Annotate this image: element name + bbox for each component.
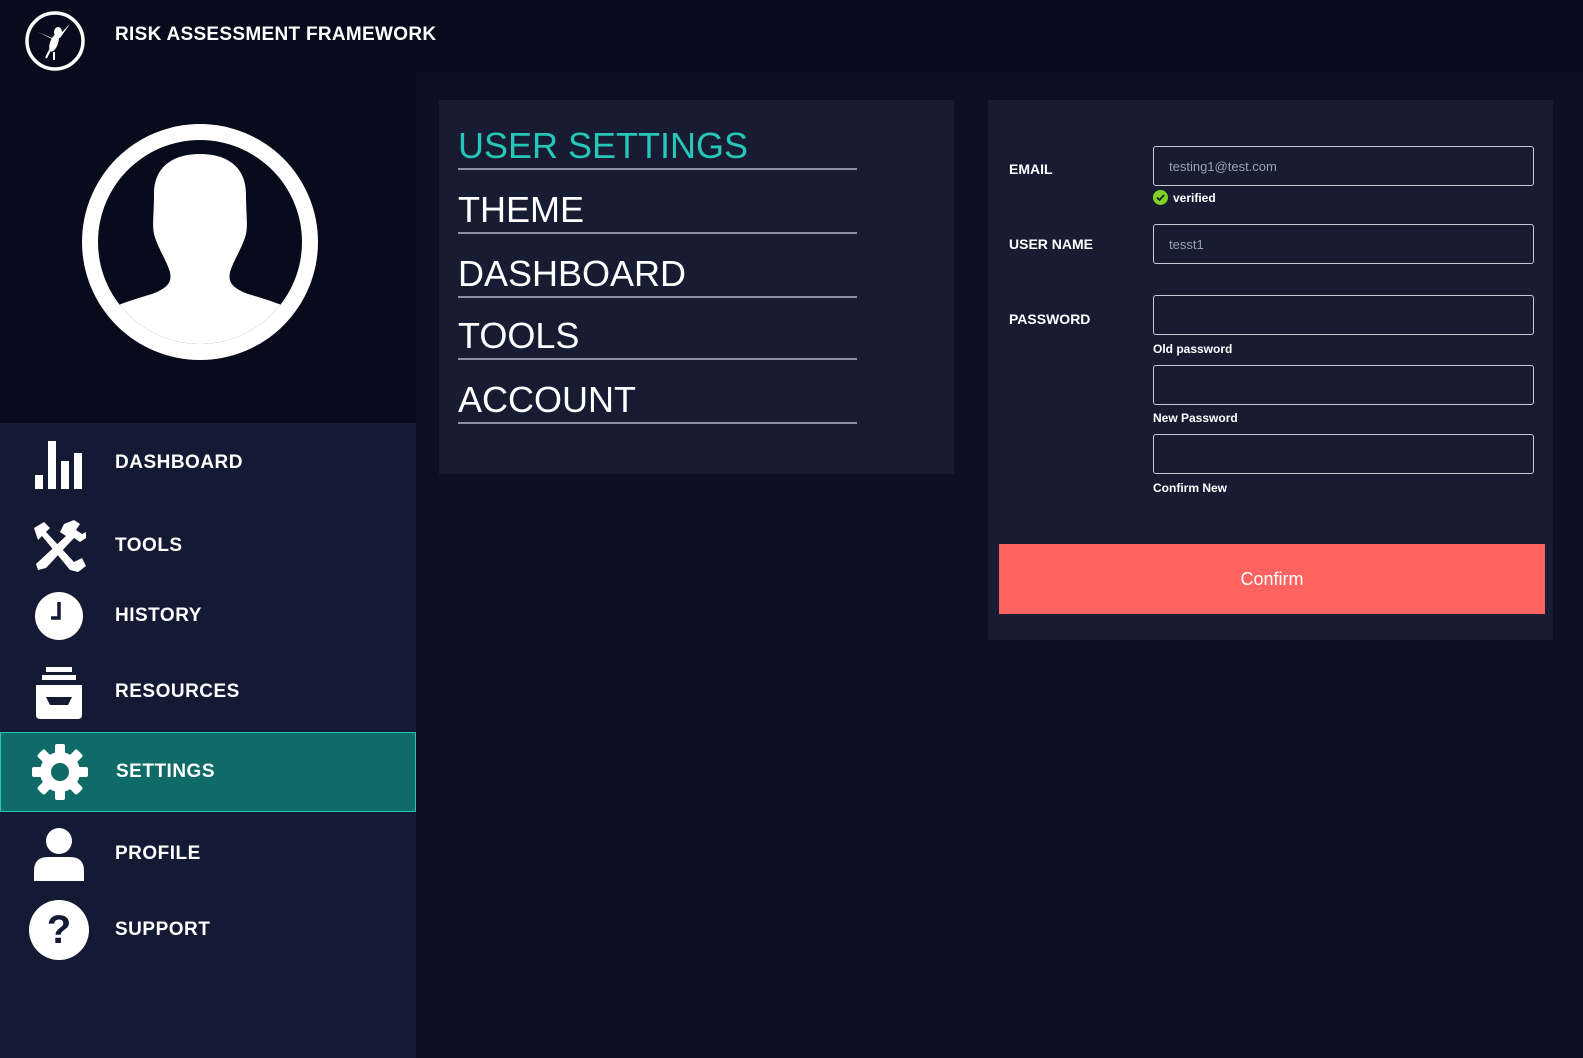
username-field[interactable] bbox=[1153, 224, 1534, 264]
menu-item-dashboard[interactable]: DASHBOARD bbox=[458, 254, 857, 298]
nav-item-dashboard[interactable]: DASHBOARD bbox=[0, 423, 416, 503]
old-password-field[interactable] bbox=[1153, 295, 1534, 335]
username-label: USER NAME bbox=[1009, 236, 1094, 252]
svg-text:?: ? bbox=[47, 908, 71, 952]
nav-label: PROFILE bbox=[115, 843, 201, 864]
top-bar: RISK ASSESSMENT FRAMEWORK bbox=[0, 0, 1583, 72]
password-label: PASSWORD bbox=[1009, 311, 1091, 327]
user-settings-form: EMAIL verified USER NAME PASSWORD Old pa… bbox=[988, 100, 1553, 640]
nav-item-history[interactable]: HISTORY bbox=[0, 576, 416, 656]
email-label: EMAIL bbox=[1009, 161, 1053, 177]
nav-item-support[interactable]: ? SUPPORT bbox=[0, 890, 416, 970]
archive-box-icon bbox=[28, 661, 90, 723]
app-title: RISK ASSESSMENT FRAMEWORK bbox=[115, 24, 437, 45]
email-field[interactable] bbox=[1153, 146, 1534, 186]
wasp-logo-icon[interactable] bbox=[24, 10, 86, 72]
verified-status: verified bbox=[1153, 190, 1216, 205]
hammer-wrench-icon bbox=[28, 515, 90, 577]
nav-item-resources[interactable]: RESOURCES bbox=[0, 652, 416, 732]
verified-text: verified bbox=[1173, 190, 1216, 205]
gear-icon bbox=[29, 741, 91, 803]
new-password-field[interactable] bbox=[1153, 365, 1534, 405]
nav-label: TOOLS bbox=[115, 535, 183, 556]
nav-label: HISTORY bbox=[115, 605, 202, 626]
sidebar: DASHBOARD TOOLS HISTORY RESOURCES SETTIN… bbox=[0, 72, 416, 1058]
settings-menu-panel: USER SETTINGS THEME DASHBOARD TOOLS ACCO… bbox=[439, 100, 954, 474]
nav-item-profile[interactable]: PROFILE bbox=[0, 814, 416, 894]
question-mark-icon: ? bbox=[28, 899, 90, 961]
new-password-label: New Password bbox=[1153, 411, 1238, 425]
person-icon bbox=[28, 823, 90, 885]
user-silhouette-icon bbox=[82, 124, 318, 360]
confirm-password-label: Confirm New bbox=[1153, 481, 1228, 495]
nav-label: RESOURCES bbox=[115, 681, 240, 702]
clock-icon bbox=[28, 585, 90, 647]
nav-item-settings[interactable]: SETTINGS bbox=[0, 732, 416, 812]
old-password-label: Old password bbox=[1153, 342, 1233, 356]
check-circle-icon bbox=[1153, 190, 1168, 205]
nav-label: SUPPORT bbox=[115, 919, 211, 940]
menu-item-account[interactable]: ACCOUNT bbox=[458, 380, 857, 424]
nav-item-tools[interactable]: TOOLS bbox=[0, 506, 416, 586]
confirm-password-field[interactable] bbox=[1153, 434, 1534, 474]
menu-item-tools[interactable]: TOOLS bbox=[458, 316, 857, 360]
avatar-panel bbox=[0, 72, 416, 423]
nav-label: DASHBOARD bbox=[115, 452, 243, 473]
bar-chart-icon bbox=[28, 432, 90, 494]
confirm-button[interactable]: Confirm bbox=[999, 544, 1545, 614]
menu-item-user-settings[interactable]: USER SETTINGS bbox=[458, 126, 857, 170]
menu-item-theme[interactable]: THEME bbox=[458, 190, 857, 234]
nav-label: SETTINGS bbox=[116, 761, 216, 782]
